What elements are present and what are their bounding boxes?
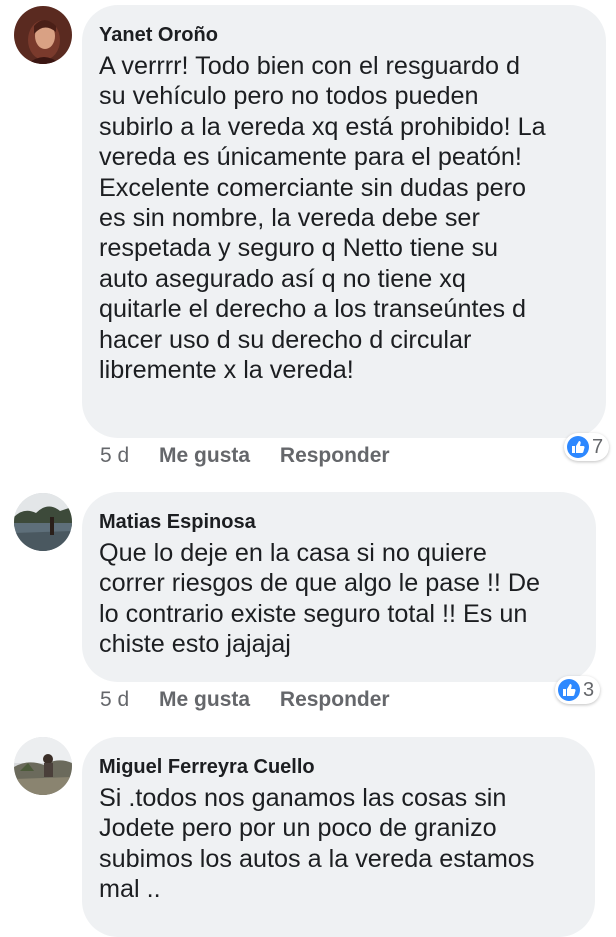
comment-timestamp[interactable]: 5 d: [100, 444, 129, 467]
author-name[interactable]: Yanet Oroño: [99, 23, 588, 47]
comment-line: libremente x la vereda!: [99, 356, 354, 385]
comment-item: Yanet Oroño A verrrr! Todo bien con el r…: [0, 0, 616, 480]
comment-actions: 5 d Me gusta Responder: [100, 444, 390, 468]
comment-bubble: Yanet Oroño A verrrr! Todo bien con el r…: [82, 5, 606, 438]
author-name[interactable]: Matias Espinosa: [99, 510, 578, 534]
comment-line: A verrrr! Todo bien con el resguardo d: [99, 52, 520, 80]
reaction-badge[interactable]: 7: [564, 433, 610, 461]
avatar[interactable]: [14, 737, 72, 795]
reaction-count: 3: [583, 679, 595, 701]
avatar[interactable]: [14, 6, 72, 64]
comment-text: Que lo deje en la casa si no quiere corr…: [99, 538, 578, 660]
comment-line: lo contrario existe seguro total !! Es u…: [99, 599, 528, 628]
avatar[interactable]: [14, 493, 72, 551]
comment-line: Jodete pero por un poco de granizo: [99, 814, 497, 843]
comment-line: subimos los autos a la vereda estamos: [99, 844, 535, 873]
comment-line: vereda es únicamente para el peatón!: [99, 143, 522, 172]
comment-item: Miguel Ferreyra Cuello Si .todos nos gan…: [0, 725, 616, 937]
comment-line: respetada y seguro q Netto tiene su: [99, 234, 499, 263]
comment-line: subirlo a la vereda xq está prohibido! L…: [99, 112, 546, 141]
comment-bubble: Miguel Ferreyra Cuello Si .todos nos gan…: [82, 737, 595, 937]
comment-text: A verrrr! Todo bien con el resguardo d s…: [99, 51, 588, 385]
comment-line: Excelente comerciante sin dudas pero: [99, 173, 527, 202]
like-icon: [558, 679, 580, 701]
author-name[interactable]: Miguel Ferreyra Cuello: [99, 755, 577, 779]
like-button[interactable]: Me gusta: [159, 688, 250, 711]
comment-timestamp[interactable]: 5 d: [100, 688, 129, 711]
comment-line: hacer uso d su derecho d circular: [99, 325, 472, 354]
comment-line: Si .todos nos ganamos las cosas sin: [99, 784, 507, 812]
reaction-count: 7: [592, 436, 604, 458]
comment-line: auto asegurado así q no tiene xq: [99, 264, 466, 293]
comment-text: Si .todos nos ganamos las cosas sin Jode…: [99, 783, 577, 905]
comment-line: es sin nombre, la vereda debe ser: [99, 204, 480, 233]
comment-line: su vehículo pero no todos pueden: [99, 82, 479, 111]
comment-line: mal ..: [99, 875, 161, 904]
like-icon: [567, 436, 589, 458]
comment-line: Que lo deje en la casa si no quiere: [99, 539, 487, 567]
comment-line: correr riesgos de que algo le pase !! De: [99, 569, 541, 598]
comment-line: quitarle el derecho a los transeúntes d: [99, 295, 527, 324]
reaction-badge[interactable]: 3: [555, 676, 601, 704]
comment-line: chiste esto jajajaj: [99, 630, 291, 659]
comment-item: Matias Espinosa Que lo deje en la casa s…: [0, 480, 616, 725]
comment-actions: 5 d Me gusta Responder: [100, 688, 390, 712]
reply-button[interactable]: Responder: [280, 688, 390, 711]
like-button[interactable]: Me gusta: [159, 444, 250, 467]
comment-bubble: Matias Espinosa Que lo deje en la casa s…: [82, 492, 596, 682]
reply-button[interactable]: Responder: [280, 444, 390, 467]
